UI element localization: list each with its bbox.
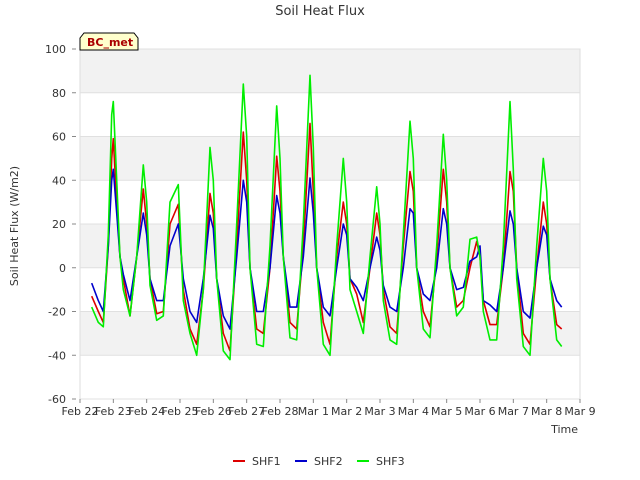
x-tick-label: Mar 9 — [564, 405, 595, 418]
site-annotation-badge: BC_met — [79, 32, 139, 51]
soil-heat-flux-chart: -60-40-20020406080100 Feb 22Feb 23Feb 24… — [8, 4, 596, 468]
x-tick-label: Mar 2 — [331, 405, 362, 418]
legend-label-shf1: SHF1 — [252, 455, 281, 468]
site-annotation-text: BC_met — [87, 36, 133, 49]
y-tick-label: 20 — [52, 218, 66, 231]
x-tick-label: Mar 1 — [298, 405, 329, 418]
x-tick-label: Feb 25 — [162, 405, 199, 418]
x-tick-label: Feb 28 — [262, 405, 299, 418]
y-tick-label: 100 — [45, 43, 66, 56]
x-tick-label: Mar 6 — [464, 405, 495, 418]
y-tick-label: 0 — [59, 262, 66, 275]
y-tick-label: 60 — [52, 131, 66, 144]
y-axis-ticks: -60-40-20020406080100 — [45, 43, 76, 406]
x-axis-ticks: Feb 22Feb 23Feb 24Feb 25Feb 26Feb 27Feb … — [62, 399, 596, 418]
x-tick-label: Mar 8 — [531, 405, 562, 418]
x-tick-label: Feb 23 — [95, 405, 132, 418]
x-tick-label: Feb 26 — [195, 405, 232, 418]
y-tick-label: 40 — [52, 174, 66, 187]
x-tick-label: Feb 24 — [128, 405, 165, 418]
y-axis-label: Soil Heat Flux (W/m2) — [8, 166, 21, 286]
x-tick-label: Feb 27 — [228, 405, 265, 418]
x-tick-label: Mar 4 — [398, 405, 429, 418]
x-tick-label: Mar 3 — [364, 405, 395, 418]
x-tick-label: Mar 7 — [498, 405, 529, 418]
legend-label-shf2: SHF2 — [314, 455, 343, 468]
background-band — [80, 136, 580, 181]
chart-title: Soil Heat Flux — [275, 4, 365, 19]
legend: SHF1 SHF2 SHF3 — [233, 455, 405, 468]
y-tick-label: 80 — [52, 87, 66, 100]
x-axis-label: Time — [550, 423, 578, 436]
x-tick-label: Mar 5 — [431, 405, 462, 418]
y-tick-label: -20 — [48, 306, 66, 319]
background-band — [80, 49, 580, 93]
y-tick-label: -40 — [48, 349, 66, 362]
legend-label-shf3: SHF3 — [376, 455, 405, 468]
x-tick-label: Feb 22 — [62, 405, 99, 418]
